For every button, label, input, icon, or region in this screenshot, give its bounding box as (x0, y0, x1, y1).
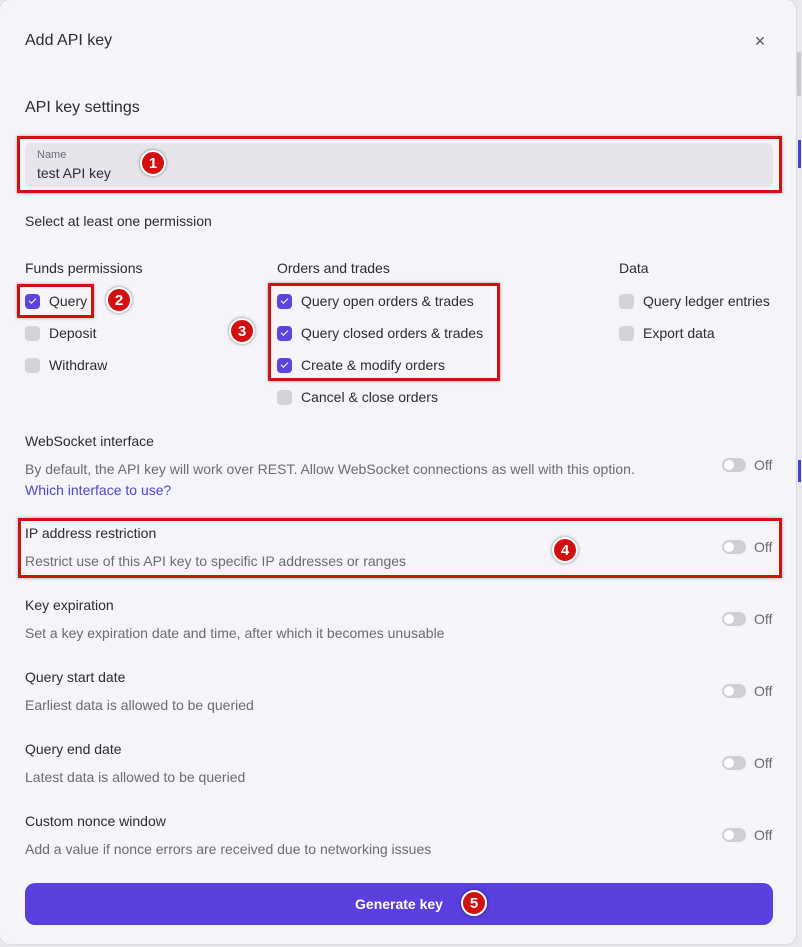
perm-label: Query ledger entries (643, 293, 770, 309)
perm-label: Cancel & close orders (301, 389, 438, 405)
key-expiration-toggle[interactable]: Off (722, 611, 772, 627)
perm-label: Export data (643, 325, 715, 341)
checkbox-icon[interactable] (619, 293, 634, 309)
toggle-knob (724, 830, 734, 840)
toggle-track[interactable] (722, 828, 746, 842)
option-query-end-description: Latest data is allowed to be queried (25, 769, 246, 785)
annotation-badge: 1 (140, 150, 166, 176)
data-heading: Data (619, 260, 649, 276)
option-query-start-title: Query start date (25, 669, 126, 685)
toggle-state: Off (754, 827, 773, 843)
permissions-hint: Select at least one permission (25, 213, 212, 229)
annotation-badge: 2 (106, 287, 132, 313)
toggle-track[interactable] (722, 612, 746, 626)
checkbox-icon[interactable] (277, 389, 292, 405)
checkbox-icon[interactable] (25, 357, 40, 373)
add-api-key-dialog: Add API key × API key settings Name test… (0, 0, 796, 944)
toggle-track[interactable] (722, 458, 746, 472)
which-interface-link[interactable]: Which interface to use? (25, 482, 171, 498)
highlight-name-field (17, 136, 782, 193)
funds-permissions-heading: Funds permissions (25, 260, 143, 276)
option-query-end-title: Query end date (25, 741, 122, 757)
perm-export-data[interactable]: Export data (619, 323, 715, 343)
toggle-state: Off (754, 611, 773, 627)
perm-deposit[interactable]: Deposit (25, 323, 96, 343)
toggle-knob (724, 614, 734, 624)
perm-label: Withdraw (49, 357, 108, 373)
annotation-badge: 5 (461, 890, 487, 916)
highlight-orders (268, 283, 500, 381)
query-start-toggle[interactable]: Off (722, 683, 772, 699)
option-websocket-description: By default, the API key will work over R… (25, 461, 635, 477)
toggle-state: Off (754, 683, 773, 699)
perm-cancel-close-orders[interactable]: Cancel & close orders (277, 387, 438, 407)
nonce-window-toggle[interactable]: Off (722, 827, 772, 843)
checkbox-icon[interactable] (25, 325, 40, 341)
annotation-badge: 4 (552, 537, 578, 563)
query-end-toggle[interactable]: Off (722, 755, 772, 771)
toggle-track[interactable] (722, 756, 746, 770)
toggle-state: Off (754, 755, 773, 771)
edge-mark (798, 140, 801, 168)
perm-withdraw[interactable]: Withdraw (25, 355, 107, 375)
checkbox-icon[interactable] (619, 325, 634, 341)
perm-label: Deposit (49, 325, 97, 341)
highlight-query (17, 284, 94, 318)
close-icon[interactable]: × (751, 32, 769, 50)
generate-key-button[interactable]: Generate key (25, 883, 773, 925)
option-query-start-description: Earliest data is allowed to be queried (25, 697, 254, 713)
option-key-expiration-title: Key expiration (25, 597, 114, 613)
settings-title: API key settings (25, 99, 140, 116)
annotation-badge: 3 (229, 318, 255, 344)
option-nonce-window-description: Add a value if nonce errors are received… (25, 841, 432, 857)
highlight-ip-restriction (18, 518, 782, 578)
option-websocket-title: WebSocket interface (25, 433, 154, 449)
toggle-state: Off (754, 457, 773, 473)
toggle-knob (724, 686, 734, 696)
toggle-knob (724, 460, 734, 470)
dialog-title: Add API key (25, 32, 113, 49)
websocket-toggle[interactable]: Off (722, 457, 772, 473)
perm-query-ledger[interactable]: Query ledger entries (619, 291, 770, 311)
option-key-expiration-description: Set a key expiration date and time, afte… (25, 625, 445, 641)
edge-mark (798, 460, 801, 482)
toggle-knob (724, 758, 734, 768)
toggle-track[interactable] (722, 684, 746, 698)
scrollbar[interactable] (797, 52, 801, 96)
option-nonce-window-title: Custom nonce window (25, 813, 166, 829)
orders-trades-heading: Orders and trades (277, 260, 390, 276)
